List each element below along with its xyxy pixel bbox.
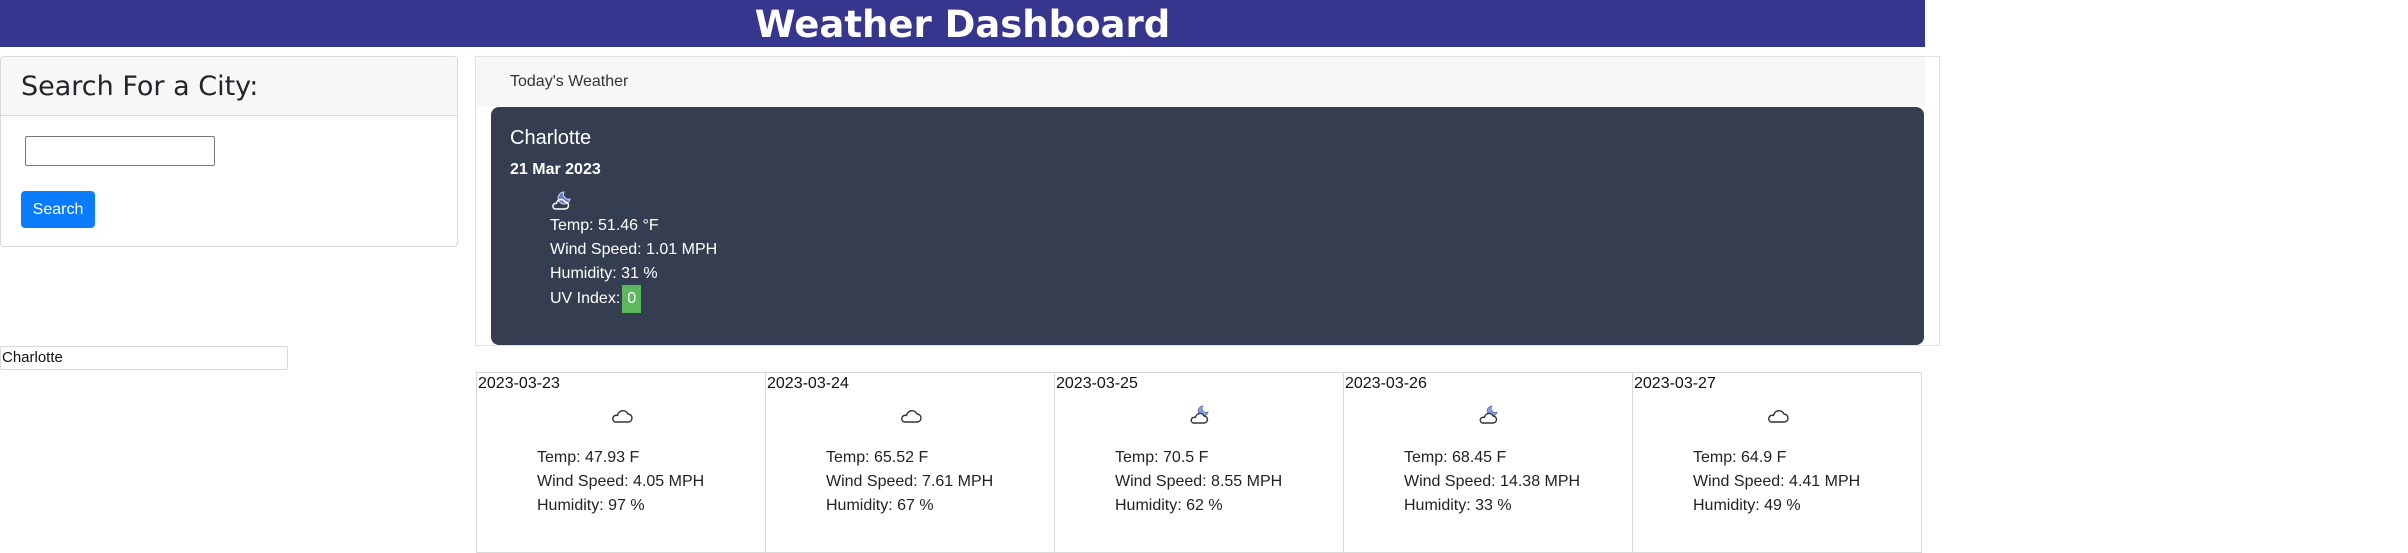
search-card: Search For a City: Search <box>0 56 458 247</box>
forecast-wind: Wind Speed: 14.38 MPH <box>1404 473 1581 490</box>
forecast-wind: Wind Speed: 8.55 MPH <box>1115 473 1283 490</box>
forecast-wind: Wind Speed: 4.41 MPH <box>1693 473 1861 490</box>
forecast-card: 2023-03-27 Temp: 64.9 F Wind Speed: 4.41… <box>1632 372 1922 553</box>
forecast-card: 2023-03-26 Temp: 68.45 F Wind Speed: 14.… <box>1343 372 1633 553</box>
todays-weather-panel: Today's Weather Charlotte 21 Mar 2023 Te… <box>475 56 1940 346</box>
forecast-wind: Wind Speed: 4.05 MPH <box>537 473 705 490</box>
history-item-charlotte[interactable]: Charlotte <box>0 346 288 370</box>
forecast-wind: Wind Speed: 7.61 MPH <box>826 473 994 490</box>
forecast-humidity: Humidity: 97 % <box>537 497 645 514</box>
uv-badge: 0 <box>622 285 642 313</box>
forecast-card: 2023-03-25 Temp: 70.5 F Wind Speed: 8.55… <box>1054 372 1344 553</box>
forecast-temp: Temp: 47.93 F <box>537 449 640 466</box>
forecast-temp: Temp: 68.45 F <box>1404 449 1507 466</box>
search-button[interactable]: Search <box>21 191 95 228</box>
cloud-icon <box>609 403 635 427</box>
current-temp: Temp: 51.46 °F <box>550 217 659 234</box>
forecast-date: 2023-03-23 <box>478 375 560 392</box>
city-search-input[interactable] <box>25 136 215 166</box>
current-wind: Wind Speed: 1.01 MPH <box>550 241 718 258</box>
forecast-temp: Temp: 65.52 F <box>826 449 929 466</box>
search-card-header: Search For a City: <box>1 57 457 116</box>
cloud-icon <box>1765 403 1791 427</box>
page-header: Weather Dashboard <box>0 0 1925 47</box>
forecast-humidity: Humidity: 33 % <box>1404 497 1512 514</box>
forecast-date: 2023-03-27 <box>1634 375 1716 392</box>
forecast-date: 2023-03-25 <box>1056 375 1138 392</box>
partly-cloudy-night-icon <box>1476 403 1502 427</box>
cloud-icon <box>898 403 924 427</box>
forecast-card: 2023-03-23 Temp: 47.93 F Wind Speed: 4.0… <box>476 372 766 553</box>
forecast-temp: Temp: 70.5 F <box>1115 449 1209 466</box>
search-heading: Search For a City: <box>21 71 259 102</box>
current-weather-card: Charlotte 21 Mar 2023 Temp: 51.46 °F Win… <box>491 107 1924 345</box>
forecast-date: 2023-03-26 <box>1345 375 1427 392</box>
uv-label: UV Index: <box>550 290 621 307</box>
forecast-date: 2023-03-24 <box>767 375 849 392</box>
forecast-temp: Temp: 64.9 F <box>1693 449 1787 466</box>
current-city: Charlotte <box>510 127 592 149</box>
current-uv-index: UV Index: 0 <box>550 285 642 313</box>
current-date: 21 Mar 2023 <box>510 161 601 178</box>
todays-weather-title: Today's Weather <box>476 57 1925 106</box>
partly-cloudy-night-icon <box>550 189 574 213</box>
forecast-humidity: Humidity: 67 % <box>826 497 934 514</box>
forecast-humidity: Humidity: 49 % <box>1693 497 1801 514</box>
partly-cloudy-night-icon <box>1187 403 1213 427</box>
forecast-humidity: Humidity: 62 % <box>1115 497 1223 514</box>
forecast-card: 2023-03-24 Temp: 65.52 F Wind Speed: 7.6… <box>765 372 1055 553</box>
page-title: Weather Dashboard <box>754 3 1171 46</box>
current-humidity: Humidity: 31 % <box>550 265 658 282</box>
